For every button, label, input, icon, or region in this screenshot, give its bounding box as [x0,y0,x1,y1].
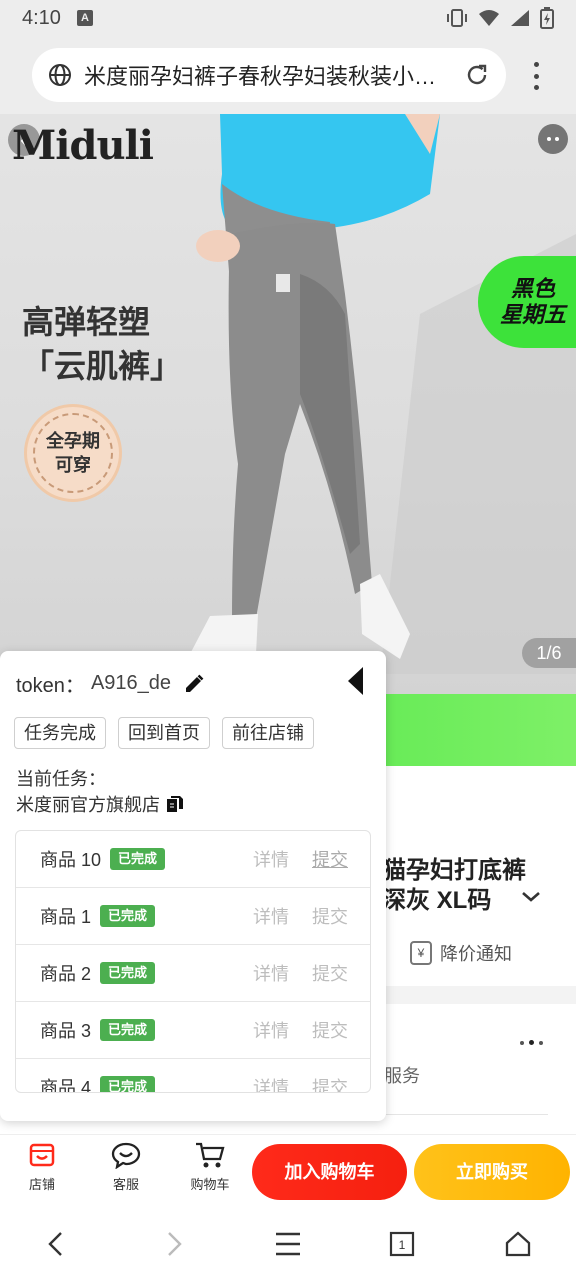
service-label: 服务 [384,1066,420,1086]
badge-line1: 全孕期 [46,431,100,451]
submit-link[interactable]: 提交 [312,1074,348,1092]
go-to-store-button[interactable]: 前往店铺 [222,717,314,749]
token-label: token： [16,675,85,697]
chat-icon [111,1142,141,1170]
task-item-name: 商品 3 [40,1021,92,1041]
task-item-name: 商品 2 [40,964,92,984]
edit-icon[interactable] [183,673,205,695]
task-panel: token： A916_de 任务完成 回到首页 前往店铺 当前任务： 米度丽官… [0,651,386,1121]
hero-headline: 高弹轻塑 「云肌裤」 [22,300,182,388]
globe-icon [49,64,71,86]
current-task-label: 当前任务： [16,769,106,789]
headline-line2: 「云肌裤」 [22,348,183,384]
promo-line1: 黑色 [510,276,555,301]
token-value: A916_de [90,672,172,694]
submit-link[interactable]: 提交 [312,903,348,929]
task-row: 商品 2 已完成 详情 提交 [16,945,370,1002]
status-icons [446,7,554,29]
image-page-indicator: 1/6 [522,638,576,668]
address-bar[interactable]: 米度丽孕妇裤子春秋孕妇装秋装小… [32,48,506,102]
panel-actions: 任务完成 回到首页 前往店铺 [14,717,314,749]
status-bar: 4:10 A [0,0,576,36]
task-item-name: 商品 10 [40,850,102,870]
nav-back-icon[interactable] [38,1226,74,1262]
store-icon [29,1143,55,1167]
status-time: 4:10 [22,6,61,29]
pregnancy-badge: 全孕期 可穿 [24,404,122,502]
product-photo [190,114,576,674]
cart-label: 购物车 [190,1177,230,1192]
store-label: 店铺 [28,1177,55,1192]
back-home-button[interactable]: 回到首页 [118,717,210,749]
chevron-down-icon[interactable] [520,890,542,904]
product-sku-line: 深灰 XL码 [382,887,492,914]
submit-link[interactable]: 提交 [312,960,348,986]
menu-icon[interactable] [270,1226,306,1262]
add-to-cart-button[interactable]: 加入购物车 [252,1144,407,1200]
task-list: 商品 10 已完成 详情 提交 商品 1 已完成 详情 提交 商品 2 已完成 … [15,830,371,1093]
url-title[interactable]: 米度丽孕妇裤子春秋孕妇装秋装小… [84,59,464,91]
service-label: 客服 [112,1177,139,1192]
tab-count: 1 [399,1238,406,1252]
black-friday-badge[interactable]: 黑色 星期五 [478,256,576,348]
product-title-line1: 猫孕妇打底裤 [382,857,526,884]
home-icon[interactable] [500,1226,536,1262]
price-notice-icon: ¥ [410,941,432,965]
buy-now-button[interactable]: 立即购买 [414,1144,570,1200]
divider [386,1114,548,1115]
headline-line1: 高弹轻塑 [22,304,151,340]
submit-link[interactable]: 提交 [312,1017,348,1043]
price-drop-notice[interactable]: ¥ 降价通知 [410,940,512,966]
battery-icon [540,7,554,29]
detail-link[interactable]: 详情 [253,1074,289,1092]
browser-toolbar: 米度丽孕妇裤子春秋孕妇装秋装小… [0,36,576,114]
current-task-name: 米度丽官方旗舰店 [16,791,184,817]
product-title: 猫孕妇打底裤 深灰 XL码 [382,856,526,916]
task-row: 商品 4 已完成 详情 提交 [16,1059,370,1093]
store-button[interactable]: 店铺 [12,1141,72,1193]
collapse-panel-icon[interactable] [348,667,363,695]
detail-link[interactable]: 详情 [253,846,289,872]
detail-link[interactable]: 详情 [253,903,289,929]
task-row: 商品 3 已完成 详情 提交 [16,1002,370,1059]
submit-link[interactable]: 提交 [312,846,348,872]
cart-button[interactable]: 购物车 [180,1141,240,1193]
detail-link[interactable]: 详情 [253,960,289,986]
reload-icon[interactable] [464,62,490,88]
status-badge: 已完成 [100,1076,156,1092]
promo-line2: 星期五 [499,302,566,327]
tabs-icon[interactable]: 1 [384,1226,420,1262]
nav-forward-icon[interactable] [156,1226,192,1262]
customer-service-button[interactable]: 客服 [96,1141,156,1193]
notification-icon: A [76,10,93,26]
badge-line2: 可穿 [55,455,91,475]
detail-link[interactable]: 详情 [253,1017,289,1043]
status-badge: 已完成 [100,1019,156,1041]
copy-icon[interactable] [166,795,184,813]
vibrate-icon [447,9,467,27]
more-vert-icon[interactable] [526,62,546,90]
task-row: 商品 10 已完成 详情 提交 [16,831,370,888]
signal-icon [511,10,529,26]
wifi-icon [479,10,499,26]
price-notice-label: 降价通知 [440,944,512,964]
token-row: token： A916_de [16,669,205,698]
bottom-action-bar: 店铺 客服 购物车 加入购物车 立即购买 [0,1134,576,1208]
task-store-name: 米度丽官方旗舰店 [16,795,160,815]
status-badge: 已完成 [100,962,156,984]
brand-logo: Miduli [12,122,154,169]
product-image-carousel[interactable]: ‹ Miduli 高弹轻塑 「云肌裤」 全孕期 可穿 黑色 星期五 1/6 [0,114,576,694]
task-item-name: 商品 4 [40,1078,92,1093]
cart-icon [196,1142,225,1168]
browser-bottom-nav: 1 [0,1208,576,1280]
more-options-button[interactable] [538,124,568,154]
status-badge: 已完成 [100,905,156,927]
more-horiz-icon[interactable] [520,1040,543,1045]
task-complete-button[interactable]: 任务完成 [14,717,106,749]
task-row: 商品 1 已完成 详情 提交 [16,888,370,945]
task-item-name: 商品 1 [40,907,92,927]
status-badge: 已完成 [110,848,166,870]
